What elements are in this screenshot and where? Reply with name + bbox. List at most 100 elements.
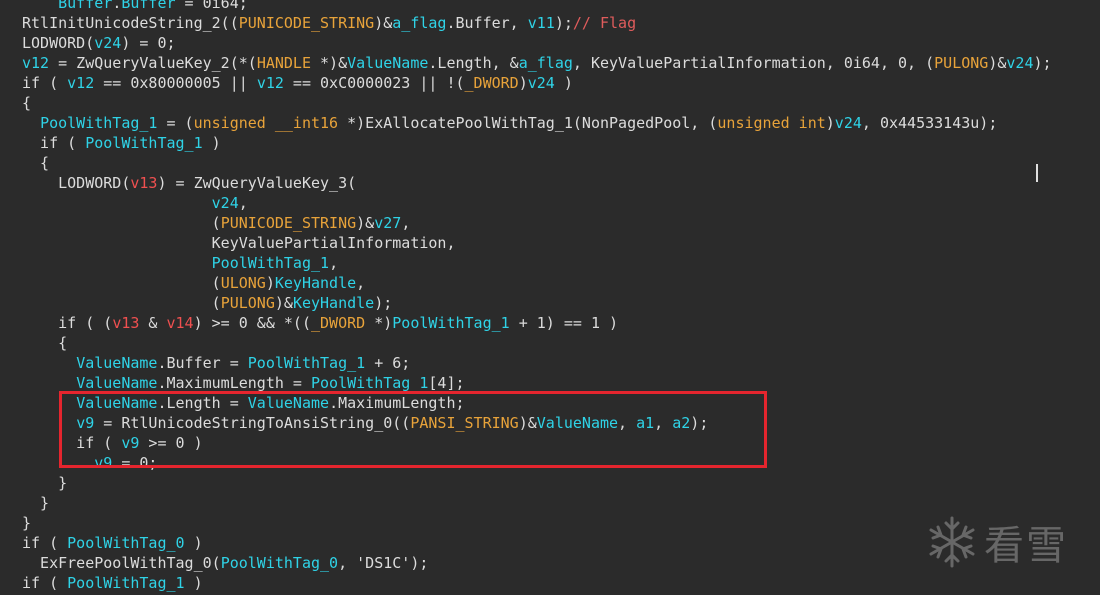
code-line[interactable]: } <box>22 493 1052 513</box>
code-token: KeyHandle <box>292 294 375 312</box>
code-token: [4]; <box>428 374 465 392</box>
code-line[interactable]: if ( v12 == 0x80000005 || v12 == 0xC0000… <box>22 73 1052 93</box>
code-line[interactable]: { <box>22 93 1052 113</box>
snowflake-icon <box>924 514 980 570</box>
code-token: , KeyValuePartialInformation, 0i64, 0, ( <box>572 54 935 72</box>
code-line[interactable]: ValueName.MaximumLength = PoolWithTag_1[… <box>22 373 1052 393</box>
watermark-text: 看雪 <box>984 523 1068 569</box>
code-token: KeyHandle <box>274 274 357 292</box>
code-token: . <box>112 0 122 12</box>
code-token: v24 <box>211 194 239 212</box>
code-token: PoolWithTag_1 <box>40 114 158 132</box>
code-token: PoolWithTag_0 <box>67 534 185 552</box>
code-token: v24 <box>527 74 555 92</box>
code-token: } <box>22 494 50 512</box>
code-line[interactable]: { <box>22 153 1052 173</box>
code-token: , 0x44533143u); <box>861 114 998 132</box>
code-token: a_flag <box>518 54 573 72</box>
code-token: ( <box>22 214 221 232</box>
code-line[interactable]: KeyValuePartialInformation, <box>22 233 1052 253</box>
code-token: ULONG <box>220 274 266 292</box>
code-token: ValueName <box>76 374 158 392</box>
code-line[interactable]: PoolWithTag_1, <box>22 253 1052 273</box>
code-token: ( <box>22 274 221 292</box>
code-token: v27 <box>374 214 402 232</box>
code-token: if ( ( <box>22 314 113 332</box>
code-token: ) >= 0 && *(( <box>193 314 311 332</box>
code-token: v24 <box>1006 54 1034 72</box>
code-line[interactable]: PoolWithTag_1 = (unsigned __int16 *)ExAl… <box>22 113 1052 133</box>
code-token: PULONG <box>934 54 989 72</box>
code-line[interactable]: if ( (v13 & v14) >= 0 && *((_DWORD *)Poo… <box>22 313 1052 333</box>
decompiler-code-view[interactable]: Buffer.Buffer = 0i64; RtlInitUnicodeStrin… <box>0 0 1100 595</box>
code-token: unsigned int <box>717 114 826 132</box>
code-token: } <box>22 474 68 492</box>
code-line[interactable]: v12 = ZwQueryValueKey_2(*(HANDLE *)&Valu… <box>22 53 1052 73</box>
code-token: ExFreePoolWithTag_0( <box>22 554 221 572</box>
code-token: v24 <box>94 34 122 52</box>
code-token: = ( <box>157 114 194 132</box>
code-token: PoolWithTag_1 <box>247 354 366 372</box>
code-token: v12 <box>256 74 284 92</box>
code-line[interactable]: if ( PoolWithTag_0 ) <box>22 533 1052 553</box>
code-token: PUNICODE_STRING <box>238 14 375 32</box>
code-token: Buffer <box>121 0 176 12</box>
code-token: PoolWithTag_1 <box>392 314 510 332</box>
code-token: PULONG <box>220 294 275 312</box>
code-token: if ( <box>22 134 86 152</box>
code-token: == 0x80000005 || <box>94 74 257 92</box>
code-line[interactable]: (ULONG)KeyHandle, <box>22 273 1052 293</box>
code-token: v14 <box>166 314 194 332</box>
code-token: v12 <box>22 54 50 72</box>
code-line[interactable]: { <box>22 333 1052 353</box>
code-token: PoolWithTag_0 <box>220 554 339 572</box>
code-token: & <box>139 314 167 332</box>
code-listing[interactable]: Buffer.Buffer = 0i64; RtlInitUnicodeStrin… <box>22 0 1052 595</box>
code-token: { <box>22 334 68 352</box>
code-line[interactable]: Buffer.Buffer = 0i64; <box>22 0 1052 13</box>
code-token: _DWORD <box>311 314 366 332</box>
code-token: ) <box>202 134 221 152</box>
code-line[interactable]: ExFreePoolWithTag_0(PoolWithTag_0, 'DS1C… <box>22 553 1052 573</box>
highlight-box <box>59 391 767 468</box>
code-token: PoolWithTag_1 <box>85 134 203 152</box>
code-token: ( <box>22 294 221 312</box>
code-token: if ( <box>22 534 68 552</box>
code-line[interactable]: RtlInitUnicodeString_2((PUNICODE_STRING)… <box>22 13 1052 33</box>
code-token: ); <box>374 294 393 312</box>
code-token: , 'DS1C'); <box>338 554 429 572</box>
code-line[interactable]: v24, <box>22 193 1052 213</box>
code-token: *)ExAllocatePoolWithTag_1(NonPagedPool, … <box>338 114 718 132</box>
text-cursor <box>1036 164 1038 182</box>
code-line[interactable]: ValueName.Buffer = PoolWithTag_1 + 6; <box>22 353 1052 373</box>
code-line[interactable]: if ( PoolWithTag_1 ) <box>22 573 1052 593</box>
code-line[interactable]: LODWORD(v13) = ZwQueryValueKey_3( <box>22 173 1052 193</box>
code-token: .Length, & <box>428 54 519 72</box>
code-line[interactable]: LODWORD(v24) = 0; <box>22 33 1052 53</box>
code-token: )& <box>356 214 375 232</box>
code-token: .Buffer = <box>157 354 248 372</box>
code-token: unsigned __int16 <box>193 114 339 132</box>
code-token: ) <box>554 74 573 92</box>
code-line[interactable]: } <box>22 473 1052 493</box>
code-token: v13 <box>112 314 140 332</box>
code-token: *) <box>365 314 393 332</box>
code-token: , <box>401 214 411 232</box>
code-token: , <box>238 194 248 212</box>
code-token: _DWORD <box>464 74 519 92</box>
code-token: { <box>22 94 32 112</box>
code-line[interactable]: (PUNICODE_STRING)&v27, <box>22 213 1052 233</box>
code-token: ValueName <box>76 354 158 372</box>
code-token: PoolWithTag_1 <box>311 374 429 392</box>
code-token: ) <box>184 574 203 592</box>
code-line[interactable]: (PULONG)&KeyHandle); <box>22 293 1052 313</box>
code-line[interactable]: if ( PoolWithTag_1 ) <box>22 133 1052 153</box>
code-token: v24 <box>834 114 862 132</box>
code-token: *)& <box>311 54 348 72</box>
code-token: RtlInitUnicodeString_2(( <box>22 14 239 32</box>
code-line[interactable]: } <box>22 513 1052 533</box>
code-token: if ( <box>22 574 68 592</box>
